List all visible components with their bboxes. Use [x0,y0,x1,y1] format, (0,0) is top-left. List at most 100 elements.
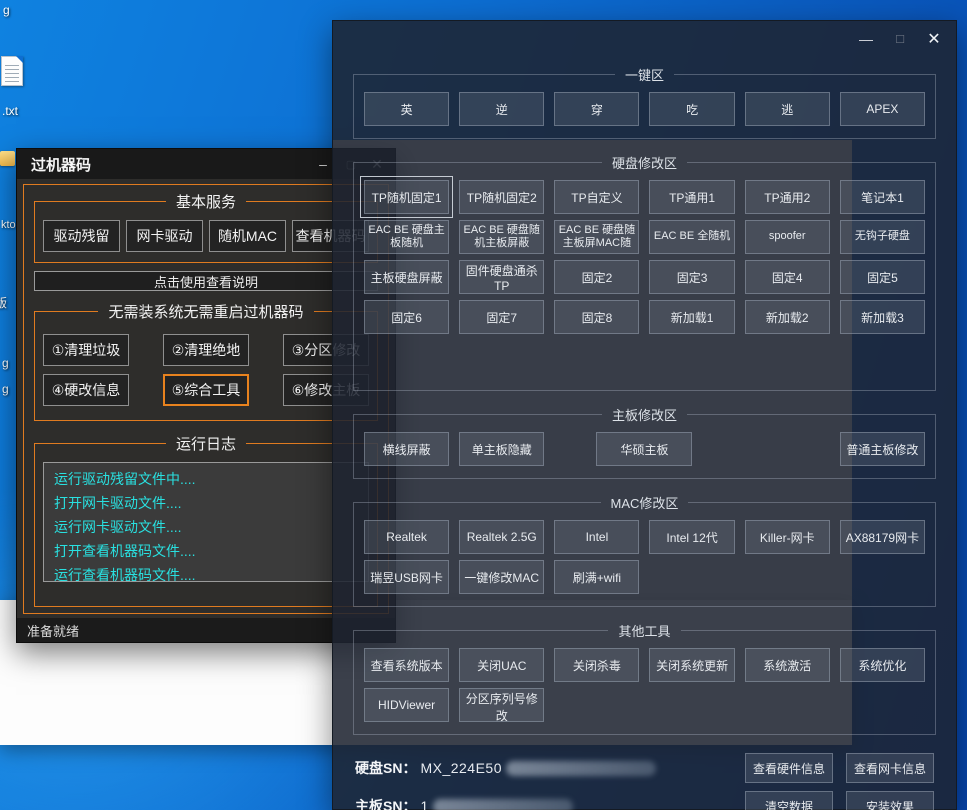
one-key-button[interactable]: 吃 [649,92,734,126]
other-tool-button[interactable]: HIDViewer [364,688,449,722]
tool-step-button[interactable]: ②清理绝地 [163,334,249,366]
usage-note-button[interactable]: 点击使用查看说明 [34,271,378,291]
board-modify-button[interactable]: 普通主板修改 [840,432,925,466]
section-title: 其他工具 [608,621,680,640]
disk-modify-button[interactable]: 固定6 [364,300,449,334]
disk-modify-button[interactable]: spoofer [745,220,830,254]
mac-modify-button[interactable]: 刷满+wifi [554,560,639,594]
mac-modify-button[interactable]: Intel [554,520,639,554]
text-file-icon[interactable] [1,56,23,86]
disk-modify-button[interactable]: TP随机固定1 [364,180,449,214]
other-tool-button[interactable]: 查看系统版本 [364,648,449,682]
desktop-icon-label[interactable]: 版 [0,294,7,311]
button-row: ④硬改信息⑤综合工具⑥修改主板 [43,374,369,406]
disk-modify-button[interactable]: EAC BE 硬盘主板随机 [364,220,449,254]
section-disk-modify: 硬盘修改区 TP随机固定1TP随机固定2TP自定义TP通用1TP通用2笔记本1 … [353,153,936,391]
log-line: 运行驱动残留文件中.... [54,467,358,491]
text-file-label[interactable]: .txt [2,104,18,118]
disk-modify-button[interactable]: EAC BE 硬盘随主板屏MAC随 [554,220,639,254]
disk-modify-button[interactable]: 固件硬盘通杀TP [459,260,544,294]
desktop-icon-label[interactable]: g [2,356,9,370]
other-tool-button[interactable]: 关闭UAC [459,648,544,682]
button-row: TP随机固定1 TP随机固定2 TP自定义 TP通用1 TP通用2 笔记本1 [364,180,925,214]
section-other-tools: 其他工具 查看系统版本关闭UAC 关闭杀毒关闭系统更新系统激活系统优化 HIDVi… [353,621,936,735]
other-tool-button[interactable]: 关闭杀毒 [554,648,639,682]
mac-modify-button[interactable]: 瑞昱USB网卡 [364,560,449,594]
folder-icon[interactable] [0,151,15,166]
disk-modify-button[interactable]: TP随机固定2 [459,180,544,214]
install-effect-button[interactable]: 安装效果 [846,791,934,810]
section-title: 无需装系统无需重启过机器码 [98,301,313,322]
view-nic-info-button[interactable]: 查看网卡信息 [846,753,934,783]
mac-modify-button[interactable]: Intel 12代 [649,520,734,554]
log-line: 打开查看机器码文件.... [54,539,358,563]
close-button[interactable]: ✕ [920,27,948,51]
one-key-button[interactable]: 逃 [745,92,830,126]
disk-modify-button[interactable]: 主板硬盘屏蔽 [364,260,449,294]
one-key-button[interactable]: 穿 [554,92,639,126]
board-modify-button[interactable]: 单主板隐藏 [459,432,544,466]
button-row: ①清理垃圾②清理绝地③分区修改 [43,334,369,366]
disk-modify-button[interactable]: 固定8 [554,300,639,334]
mac-modify-button[interactable]: AX88179网卡 [840,520,925,554]
desktop-icon-label[interactable]: kto [1,219,16,231]
other-tool-button[interactable]: 系统激活 [745,648,830,682]
mac-modify-button[interactable]: Killer-网卡 [745,520,830,554]
board-modify-button[interactable]: 华硕主板 [596,432,692,466]
one-key-button[interactable]: APEX [840,92,925,126]
section-title: 主板修改区 [602,405,687,424]
one-key-button[interactable]: 英 [364,92,449,126]
mac-modify-button[interactable]: 一键修改MAC [459,560,544,594]
button-row: EAC BE 硬盘主板随机 EAC BE 硬盘随机主板屏蔽 EAC BE 硬盘随主板… [364,220,925,254]
disk-modify-button[interactable]: 固定7 [459,300,544,334]
other-tool-button[interactable]: 分区序列号修改 [459,688,544,722]
disk-modify-button[interactable]: TP自定义 [554,180,639,214]
disk-modify-button[interactable]: TP通用1 [649,180,734,214]
basic-service-button[interactable]: 随机MAC [209,220,286,252]
mac-modify-button[interactable]: Realtek [364,520,449,554]
disk-modify-button[interactable]: TP通用2 [745,180,830,214]
hdd-sn-label: 硬盘SN： [355,758,416,778]
mac-modify-button[interactable]: Realtek 2.5G [459,520,544,554]
other-tool-button[interactable]: 系统优化 [840,648,925,682]
maximize-button[interactable]: ☐ [886,27,914,51]
hdd-sn-row: 硬盘SN： MX_224E50 查看硬件信息 查看网卡信息 [333,749,956,787]
board-sn-label: 主板SN： [355,796,416,810]
clear-data-button[interactable]: 清空数据 [745,791,833,810]
disk-modify-button[interactable]: EAC BE 硬盘随机主板屏蔽 [459,220,544,254]
button-row: 驱动残留网卡驱动随机MAC查看机器码 [43,220,369,252]
basic-service-button[interactable]: 网卡驱动 [126,220,203,252]
button-row: 固定6 固定7 固定8 新加载1 新加载2 新加载3 [364,300,925,334]
section-title: 运行日志 [166,433,246,454]
other-tool-button[interactable]: 关闭系统更新 [649,648,734,682]
view-hardware-info-button[interactable]: 查看硬件信息 [745,753,833,783]
disk-modify-button[interactable]: 固定4 [745,260,830,294]
section-no-restart: 无需装系统无需重启过机器码 ①清理垃圾②清理绝地③分区修改 ④硬改信息⑤综合工具… [34,301,378,421]
tool-step-button[interactable]: ④硬改信息 [43,374,129,406]
disk-modify-button[interactable]: 新加载3 [840,300,925,334]
board-sn-value: 1 [420,798,428,810]
section-title: 一键区 [615,65,674,84]
disk-modify-button[interactable]: 无钩子硬盘 [840,220,925,254]
board-modify-button[interactable]: 横线屏蔽 [364,432,449,466]
button-row: 主板硬盘屏蔽固件硬盘通杀TP 固定2 固定3 固定4 固定5 [364,260,925,294]
section-title: 硬盘修改区 [602,153,687,172]
disk-modify-button[interactable]: 新加载2 [745,300,830,334]
log-box[interactable]: 运行驱动残留文件中....打开网卡驱动文件....运行网卡驱动文件....打开查… [43,462,369,582]
tool-step-button[interactable]: ①清理垃圾 [43,334,129,366]
desktop-icon-label[interactable]: g [3,3,10,17]
disk-modify-button[interactable]: 固定5 [840,260,925,294]
desktop-icon-label[interactable]: g [2,382,9,396]
disk-modify-button[interactable]: EAC BE 全随机 [649,220,734,254]
section-one-key: 一键区 英逆穿吃逃 APEX [353,65,936,139]
button-row: 英逆穿吃逃 APEX [364,92,925,126]
disk-modify-button[interactable]: 新加载1 [649,300,734,334]
disk-modify-button[interactable]: 固定3 [649,260,734,294]
section-title: MAC修改区 [601,493,689,512]
disk-modify-button[interactable]: 笔记本1 [840,180,925,214]
one-key-button[interactable]: 逆 [459,92,544,126]
minimize-button[interactable]: — [852,27,880,51]
tool-step-button[interactable]: ⑤综合工具 [163,374,249,406]
disk-modify-button[interactable]: 固定2 [554,260,639,294]
basic-service-button[interactable]: 驱动残留 [43,220,120,252]
